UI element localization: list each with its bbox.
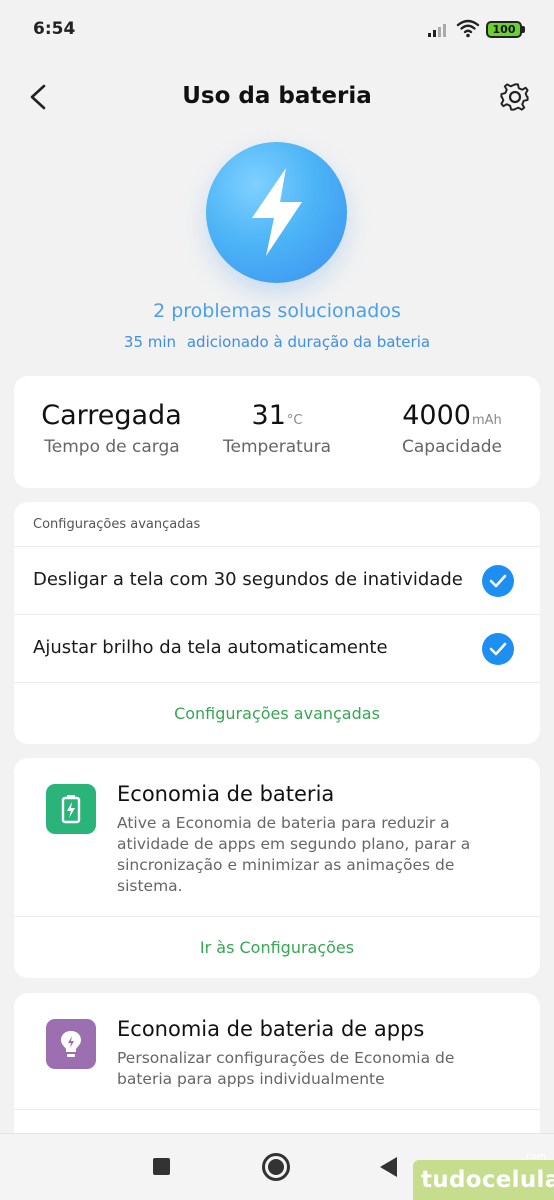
wifi-icon: [456, 18, 480, 38]
divider: [14, 614, 540, 615]
stat-label: Tempo de carga: [44, 437, 180, 457]
battery-status-circle: [206, 142, 347, 283]
go-to-settings-link[interactable]: Ir às Configurações: [14, 938, 540, 957]
divider: [14, 1109, 540, 1110]
stat-unit: mAh: [471, 413, 502, 428]
lightbulb-icon: [46, 1019, 96, 1069]
duration-added-text: 35 min adicionado à duração da bateria: [0, 333, 554, 351]
watermark-suffix: .com: [522, 1152, 546, 1162]
battery-icon: 100: [486, 21, 525, 38]
battery-charging-icon: [46, 784, 96, 834]
app-battery-saver-title: Economia de bateria de apps: [117, 1017, 425, 1041]
checkmark-icon: [489, 642, 507, 656]
page-title: Uso da bateria: [182, 83, 372, 109]
lightning-bolt-icon: [252, 168, 302, 256]
battery-saver-card[interactable]: Economia de bateria Ative a Economia de …: [14, 758, 540, 978]
status-time: 6:54: [33, 19, 76, 39]
stat-charge-status: Carregada Tempo de carga: [32, 400, 192, 457]
stat-temperature: 31°C Temperatura: [204, 400, 350, 457]
option-screen-timeout-checkbox[interactable]: [482, 565, 514, 597]
battery-saver-title: Economia de bateria: [117, 782, 335, 806]
problems-solved-text: 2 problemas solucionados: [153, 300, 401, 322]
home-icon[interactable]: [262, 1153, 290, 1181]
option-auto-brightness-checkbox[interactable]: [482, 633, 514, 665]
advanced-settings-card: Configurações avançadas Desligar a tela …: [14, 502, 540, 744]
app-battery-saver-description: Personalizar configurações de Economia d…: [117, 1049, 455, 1088]
section-header: Configurações avançadas: [33, 517, 201, 532]
stat-value: Carregada: [41, 400, 182, 431]
duration-label: adicionado à duração da bateria: [186, 333, 431, 351]
signal-icon: [428, 21, 450, 37]
stat-unit: °C: [286, 413, 303, 428]
checkmark-icon: [489, 574, 507, 588]
watermark-text: tudocelular: [421, 1167, 554, 1193]
duration-value: 35 min: [123, 333, 177, 351]
advanced-settings-link[interactable]: Configurações avançadas: [14, 704, 540, 723]
divider: [14, 916, 540, 917]
stat-label: Temperatura: [222, 437, 332, 457]
recent-apps-icon[interactable]: [153, 1158, 170, 1175]
divider: [14, 682, 540, 683]
settings-button[interactable]: [498, 80, 532, 114]
battery-level: 100: [492, 23, 516, 36]
status-bar: 6:54 100: [0, 0, 554, 60]
back-icon[interactable]: [380, 1157, 397, 1177]
divider: [14, 546, 540, 547]
app-battery-saver-card[interactable]: Economia de bateria de apps Personalizar…: [14, 993, 540, 1153]
battery-stats-card: Carregada Tempo de carga 31°C Temperatur…: [14, 376, 540, 488]
option-auto-brightness-label[interactable]: Ajustar brilho da tela automaticamente: [33, 637, 388, 658]
option-screen-timeout-label[interactable]: Desligar a tela com 30 segundos de inati…: [33, 569, 463, 590]
stat-value: 4000: [402, 400, 471, 431]
watermark-logo: tudocelular .com: [413, 1152, 554, 1200]
stat-capacity: 4000mAh Capacidade: [384, 400, 520, 457]
stat-value: 31: [251, 400, 286, 431]
stat-label: Capacidade: [401, 437, 503, 457]
battery-saver-description: Ative a Economia de bateria para reduzir…: [117, 814, 471, 895]
gear-icon: [500, 83, 529, 111]
